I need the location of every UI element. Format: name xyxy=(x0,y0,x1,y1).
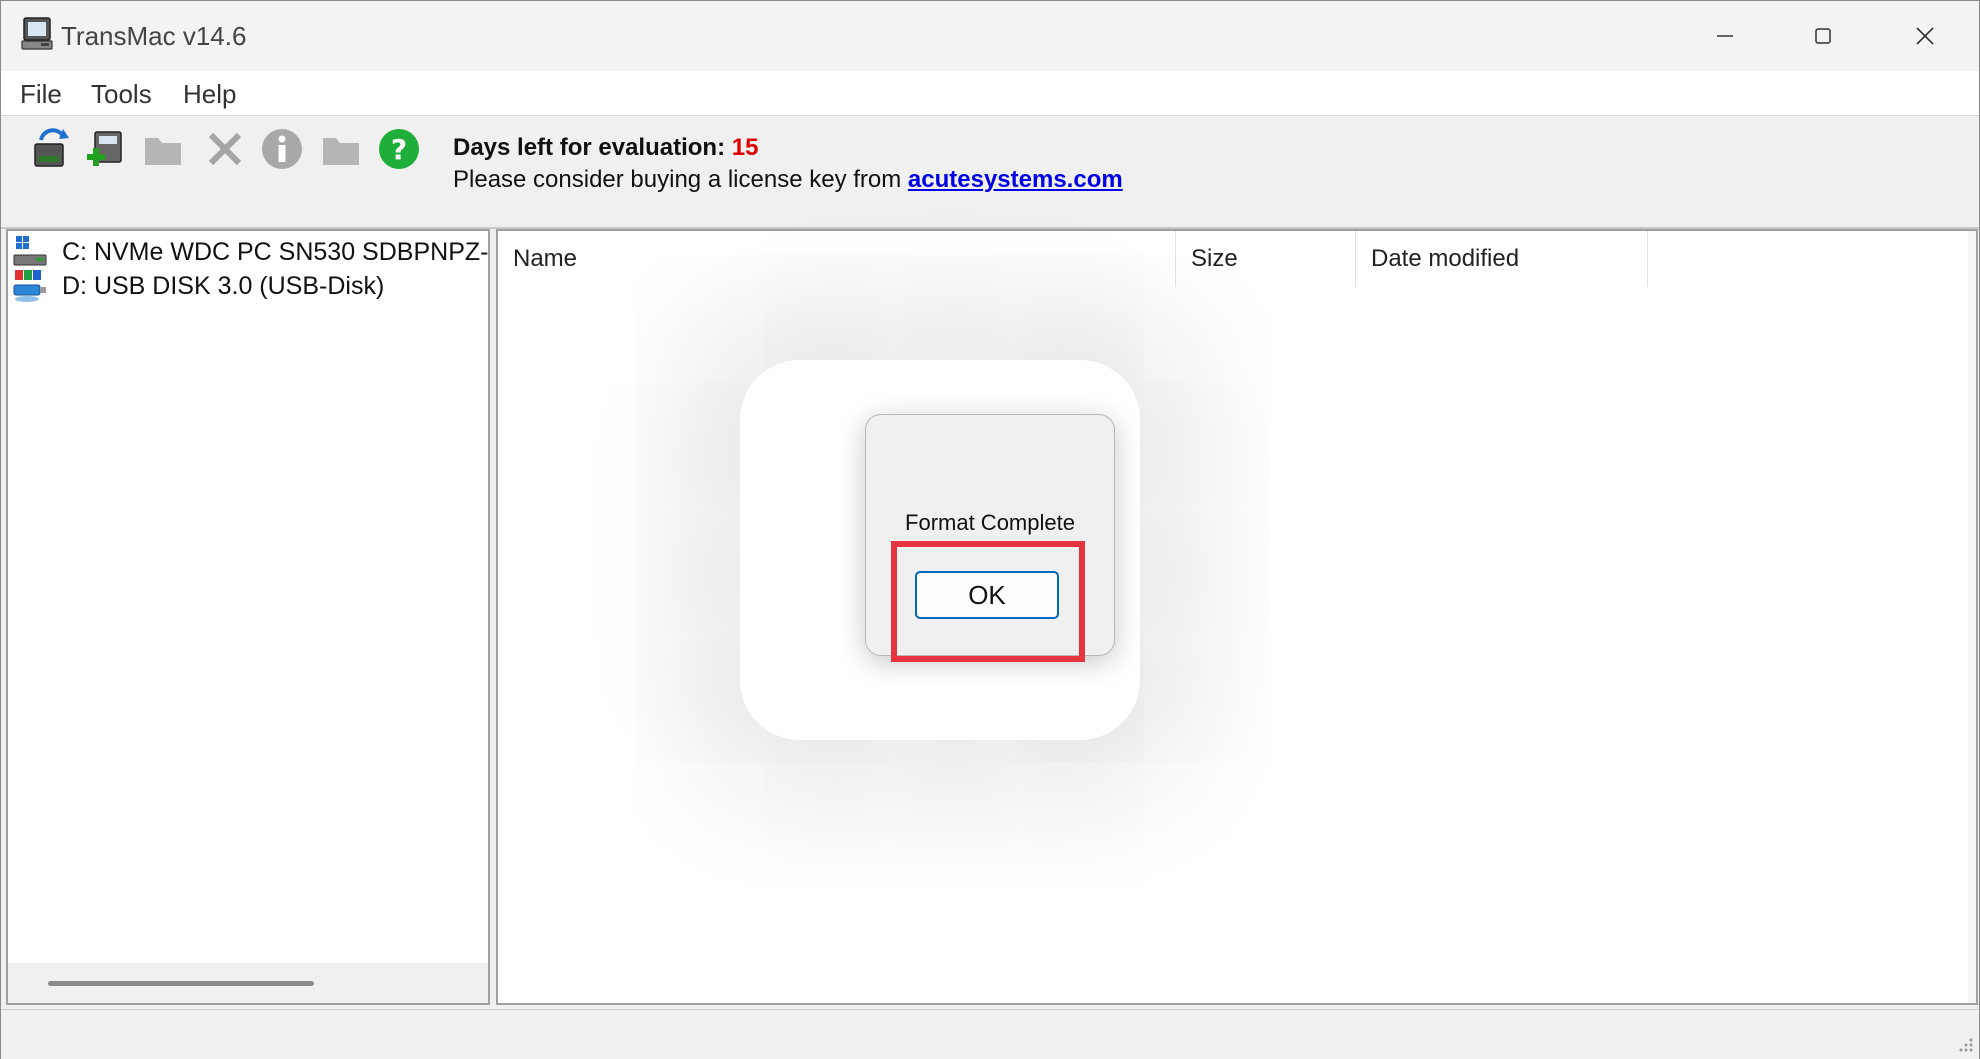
tree-item-drive-c[interactable]: C: NVMe WDC PC SN530 SDBPNPZ-2 xyxy=(12,235,490,269)
evaluation-days: 15 xyxy=(731,134,759,161)
menu-help[interactable]: Help xyxy=(183,79,236,110)
column-header-date-modified[interactable]: Date modified xyxy=(1356,231,1648,287)
tree-item-label: C: NVMe WDC PC SN530 SDBPNPZ-2 xyxy=(62,237,490,266)
delete-icon[interactable] xyxy=(203,126,247,172)
evaluation-label: Days left for evaluation: xyxy=(453,134,732,161)
dialog-message: Format Complete xyxy=(905,510,1075,535)
drive-tree: C: NVMe WDC PC SN530 SDBPNPZ-2 D: USB DI… xyxy=(6,229,490,1005)
file-list: Name Size Date modified xyxy=(496,229,1978,1005)
window-title: TransMac v14.6 xyxy=(61,21,247,51)
toolbar: ? Days left for evaluation: 15 Please co… xyxy=(1,115,1979,229)
license-notice: Please consider buying a license key fro… xyxy=(453,166,1123,194)
tree-item-drive-d[interactable]: D: USB DISK 3.0 (USB-Disk) xyxy=(12,269,384,303)
format-complete-dialog: Format Complete xyxy=(865,414,1115,656)
new-folder-icon[interactable] xyxy=(319,126,363,172)
help-icon[interactable]: ? xyxy=(377,126,421,172)
refresh-disk-icon[interactable] xyxy=(29,126,73,172)
maximize-icon xyxy=(1815,28,1831,44)
title-bar: TransMac v14.6 xyxy=(1,1,1979,71)
close-icon xyxy=(1916,27,1934,45)
license-link[interactable]: acutesystems.com xyxy=(908,166,1123,193)
usb-drive-icon xyxy=(13,270,46,302)
folder-icon[interactable] xyxy=(141,126,185,172)
ok-button[interactable]: OK xyxy=(915,571,1059,619)
license-text: Please consider buying a license key fro… xyxy=(453,166,908,193)
list-vertical-scrollbar[interactable] xyxy=(1968,231,1976,1003)
close-button[interactable] xyxy=(1875,1,1975,71)
evaluation-notice: Days left for evaluation: 15 xyxy=(453,134,758,162)
resize-grip-icon[interactable] xyxy=(1955,1036,1975,1056)
add-disk-icon[interactable] xyxy=(83,126,127,172)
svg-text:?: ? xyxy=(391,133,407,166)
info-icon[interactable] xyxy=(260,126,304,172)
minimize-icon xyxy=(1717,35,1733,37)
app-computer-icon xyxy=(21,17,53,50)
windows-drive-icon xyxy=(13,236,47,266)
minimize-button[interactable] xyxy=(1675,1,1775,71)
menu-tools[interactable]: Tools xyxy=(91,79,152,110)
list-header: Name Size Date modified xyxy=(498,231,1976,287)
maximize-button[interactable] xyxy=(1773,1,1873,71)
tree-horizontal-scrollbar[interactable] xyxy=(8,963,488,1003)
tree-item-label: D: USB DISK 3.0 (USB-Disk) xyxy=(62,271,385,300)
column-header-name[interactable]: Name xyxy=(498,231,1176,287)
status-bar xyxy=(1,1009,1979,1059)
menu-bar: File Tools Help xyxy=(1,71,1979,115)
column-header-size[interactable]: Size xyxy=(1176,231,1356,287)
menu-file[interactable]: File xyxy=(20,79,62,110)
scrollbar-thumb[interactable] xyxy=(48,981,314,986)
